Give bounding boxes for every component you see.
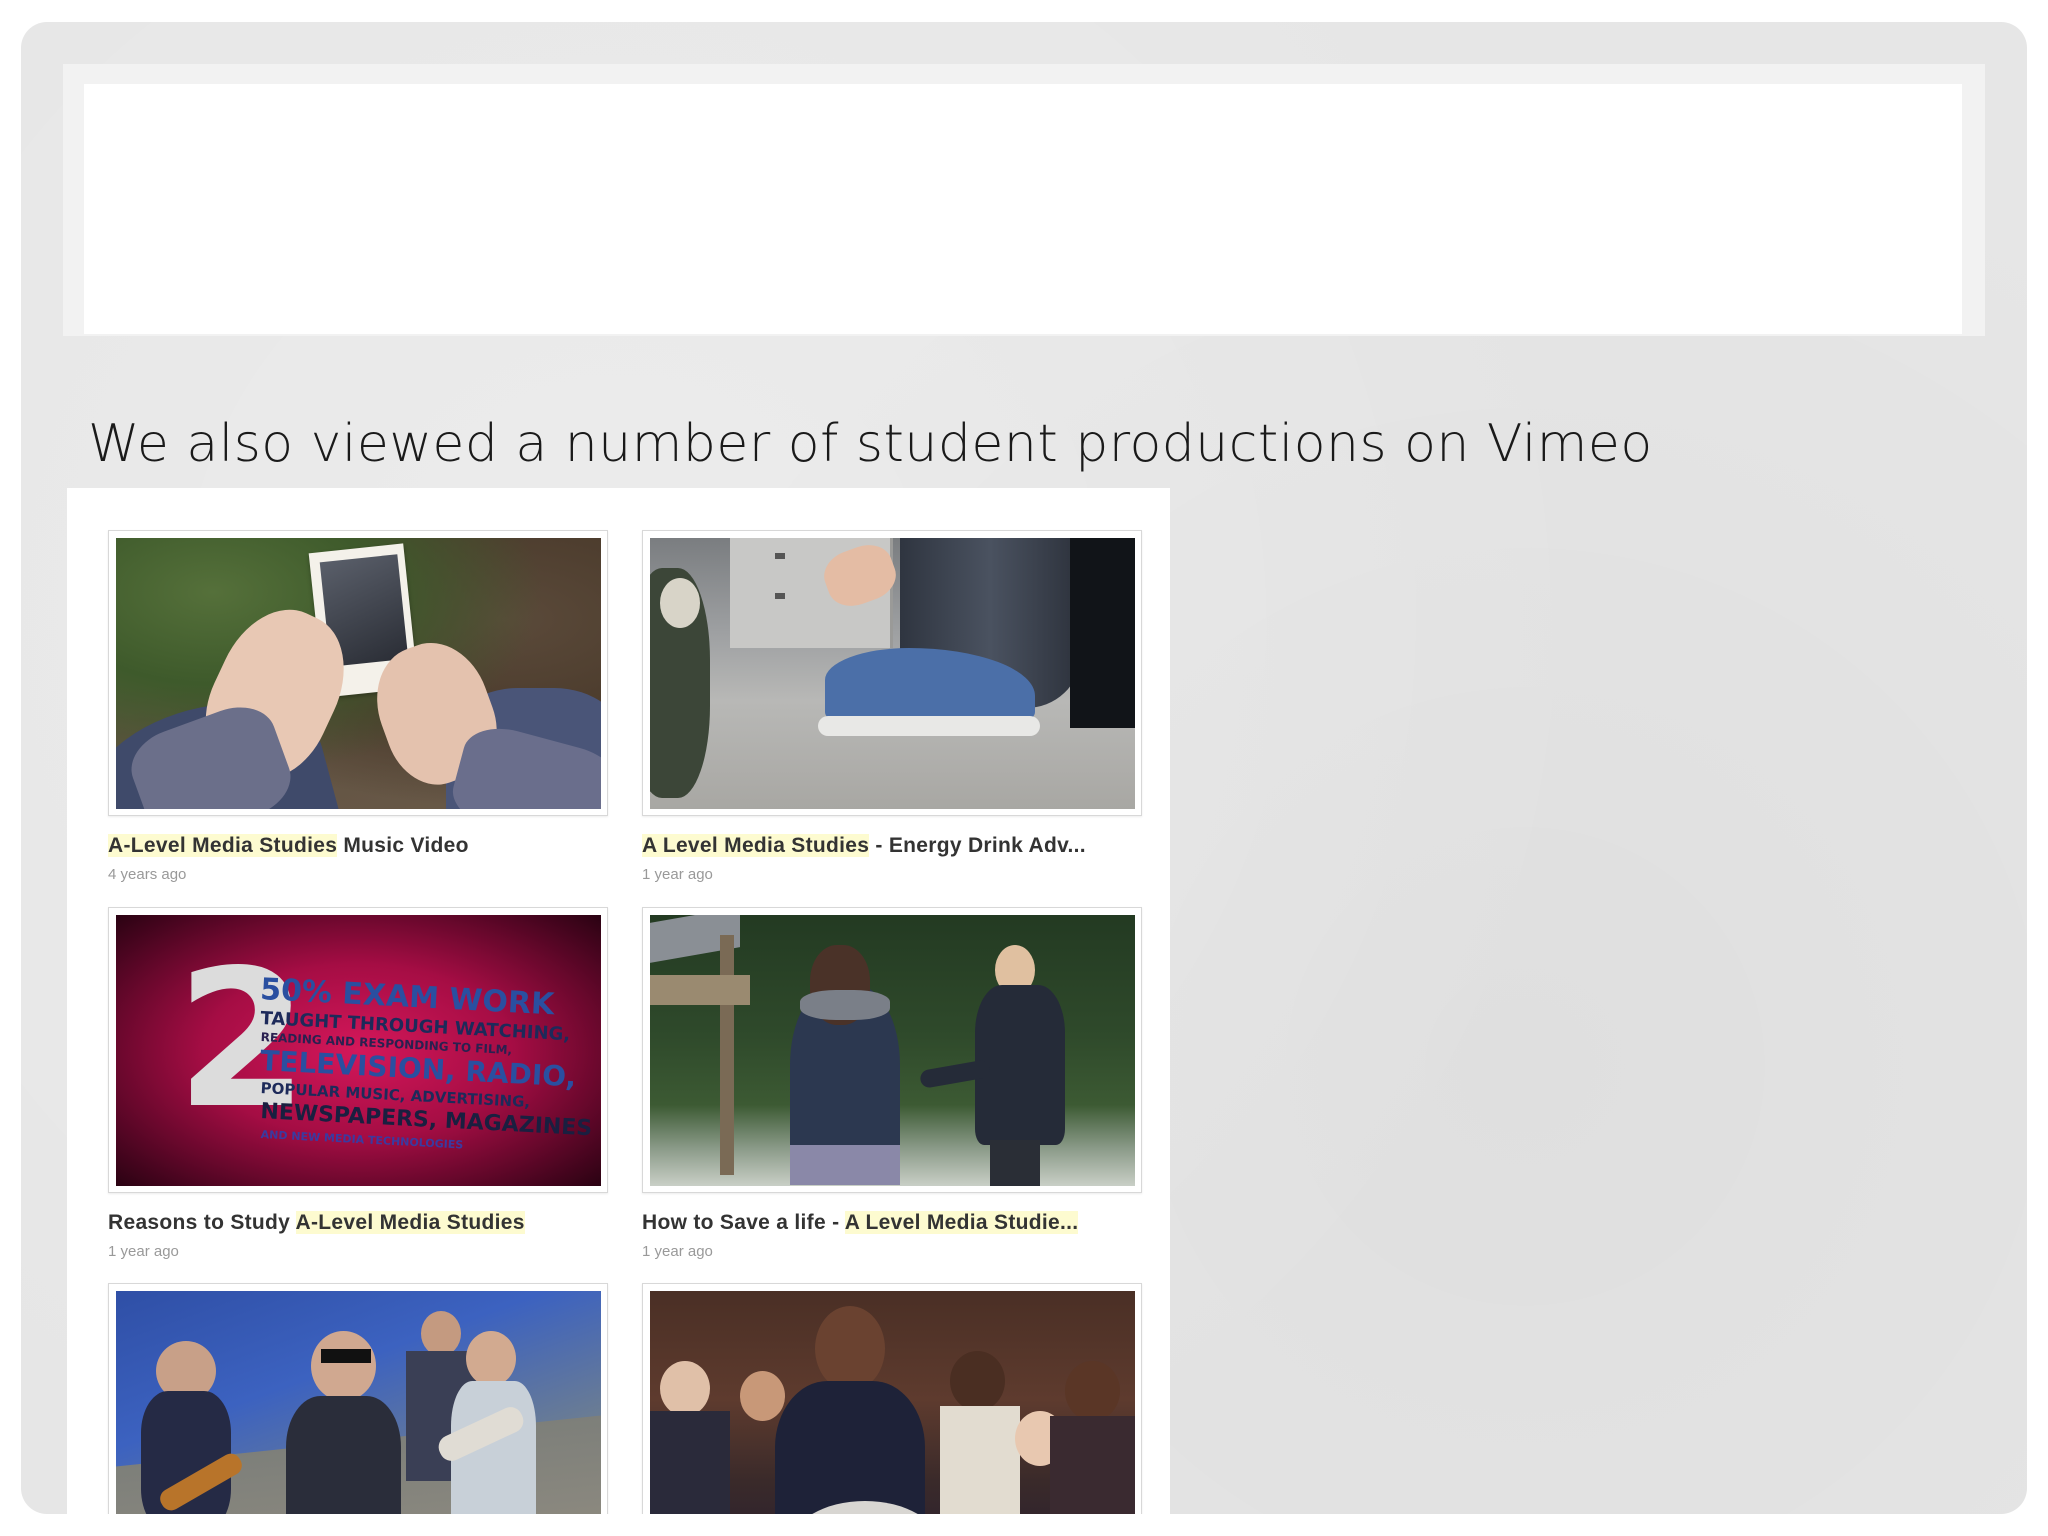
video-date: 1 year ago — [642, 1243, 713, 1260]
video-thumbnail-crowd[interactable] — [650, 1291, 1135, 1514]
video-thumbnail-frame[interactable]: 2 50% EXAM WORK TAUGHT THROUGH WATCHING,… — [108, 907, 608, 1193]
slide: We also viewed a number of student produ… — [21, 22, 2027, 1514]
video-thumbnail-reasons[interactable]: 2 50% EXAM WORK TAUGHT THROUGH WATCHING,… — [116, 915, 601, 1186]
video-title[interactable]: Reasons to Study A-Level Media Studies — [108, 1211, 628, 1235]
video-thumbnail-frame[interactable] — [108, 1283, 608, 1514]
video-thumbnail-frame[interactable] — [642, 1283, 1142, 1514]
video-date: 1 year ago — [642, 866, 713, 883]
slide-body-text: We also viewed a number of student produ… — [88, 414, 1653, 474]
vimeo-screenshot-panel: A-Level Media Studies Music Video 4 year… — [67, 488, 1170, 1514]
video-thumbnail-frame[interactable] — [642, 907, 1142, 1193]
video-thumbnail-frame[interactable] — [108, 530, 608, 816]
video-thumbnail-sneaker[interactable] — [650, 538, 1135, 809]
title-placeholder[interactable] — [84, 84, 1962, 334]
video-date: 4 years ago — [108, 866, 187, 883]
video-thumbnail-polaroid[interactable] — [116, 538, 601, 809]
video-title[interactable]: A Level Media Studies - Energy Drink Adv… — [642, 834, 1162, 858]
video-thumbnail-garden[interactable] — [650, 915, 1135, 1186]
video-title[interactable]: How to Save a life - A Level Media Studi… — [642, 1211, 1162, 1235]
video-title[interactable]: A-Level Media Studies Music Video — [108, 834, 628, 858]
video-thumbnail-band[interactable] — [116, 1291, 601, 1514]
video-date: 1 year ago — [108, 1243, 179, 1260]
title-placeholder-frame — [63, 64, 1985, 336]
video-thumbnail-frame[interactable] — [642, 530, 1142, 816]
